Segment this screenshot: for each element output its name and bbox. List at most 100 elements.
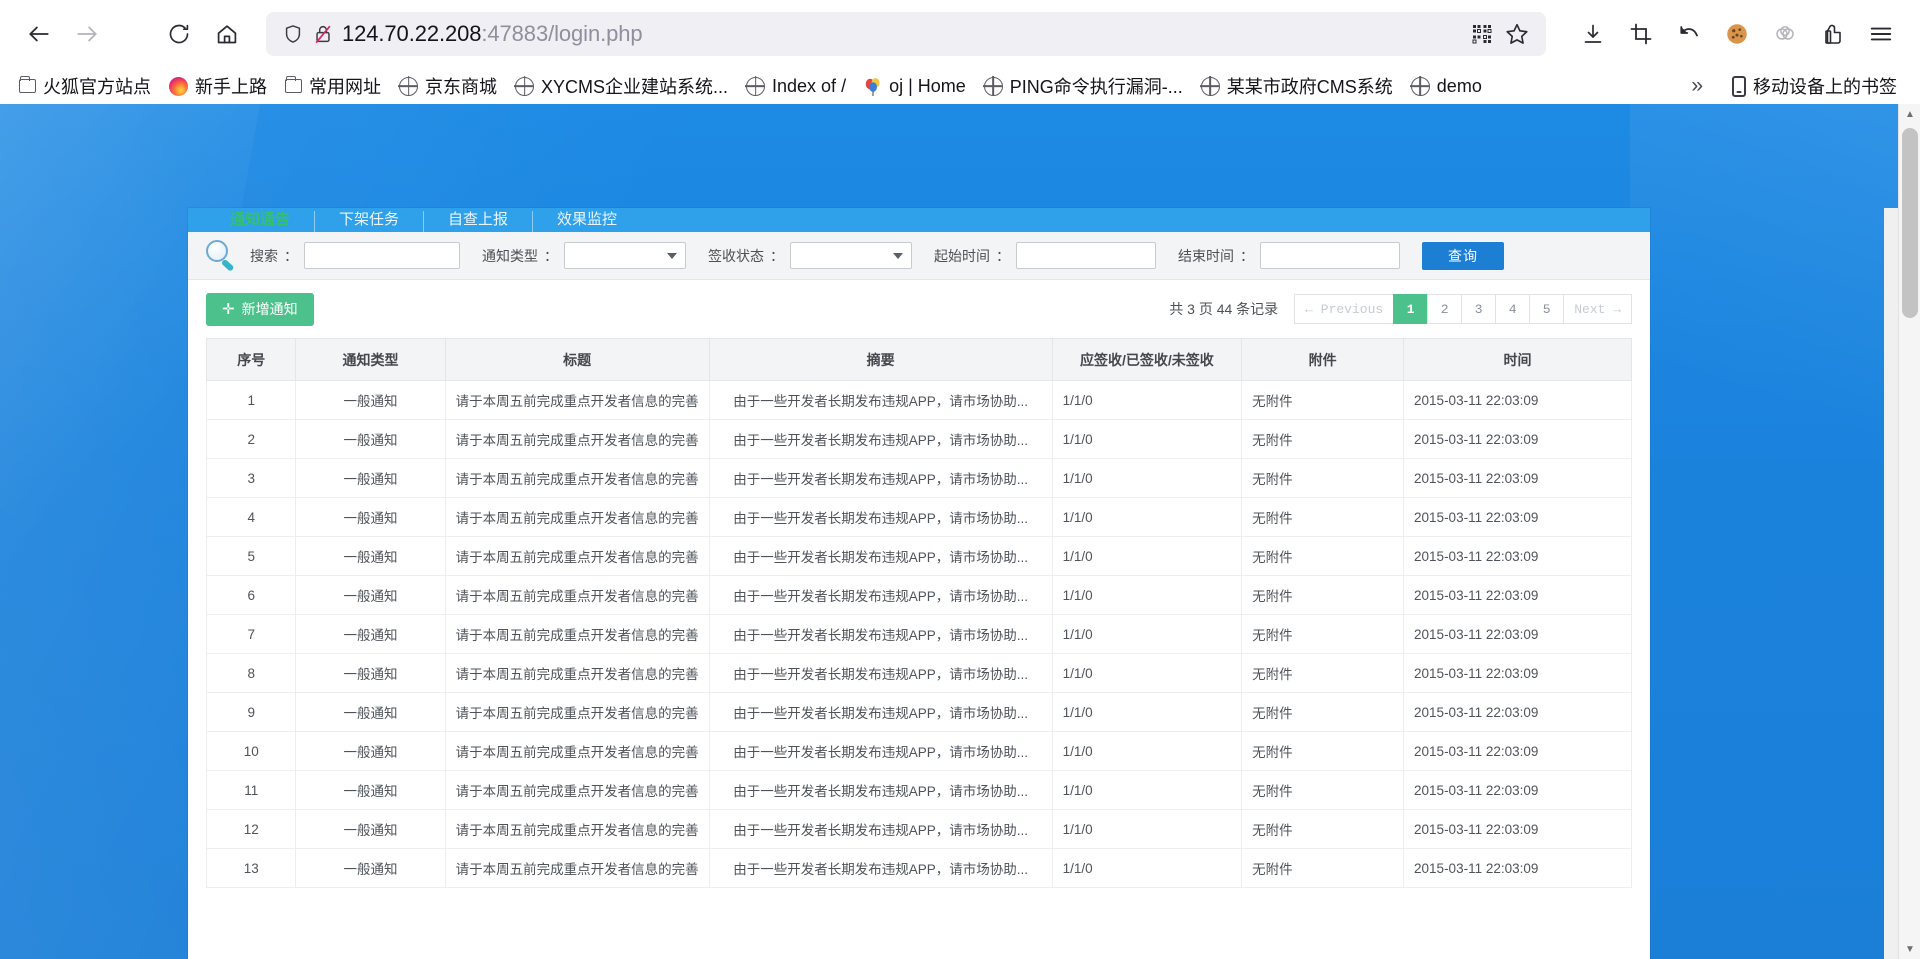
notice-type-colon: ： — [544, 247, 558, 264]
undo-arrow-icon[interactable] — [1666, 11, 1712, 57]
cell-type: 一般通知 — [295, 731, 446, 771]
scroll-up-arrow-icon[interactable]: ▲ — [1899, 104, 1920, 124]
address-bar[interactable]: 124.70.22.208:47883/login.php — [266, 12, 1546, 56]
table-row[interactable]: 2 一般通知 请于本周五前完成重点开发者信息的完善 由于一些开发者长期发布违规APP，… — [205, 419, 1632, 459]
cell-summary: 由于一些开发者长期发布违规APP，请市场协助... — [709, 731, 1053, 771]
bookmark-item-0[interactable]: 火狐官方站点 — [10, 70, 160, 102]
table-row[interactable]: 7 一般通知 请于本周五前完成重点开发者信息的完善 由于一些开发者长期发布违规APP，… — [205, 614, 1632, 654]
tab-effect-monitoring[interactable]: 效果监控 — [533, 211, 641, 232]
tab-self-check-report[interactable]: 自查上报 — [424, 211, 534, 232]
forward-arrow-icon[interactable] — [64, 11, 110, 57]
pagination-page-5[interactable]: 5 — [1529, 294, 1564, 324]
table-row[interactable]: 10 一般通知 请于本周五前完成重点开发者信息的完善 由于一些开发者长期发布违规APP… — [205, 731, 1632, 771]
search-magnifier-icon — [204, 239, 238, 273]
reload-icon[interactable] — [156, 11, 202, 57]
inner-page-scrollbar-track[interactable] — [1884, 208, 1898, 959]
bookmark-item-9[interactable]: demo — [1402, 73, 1491, 100]
cell-summary: 由于一些开发者长期发布违规APP，请市场协助... — [709, 497, 1053, 537]
table-header-row: 序号 通知类型 标题 摘要 应签收/已签收/未签收 附件 时间 — [205, 338, 1632, 381]
browser-chrome: 124.70.22.208:47883/login.php 火狐官方站点 新手上… — [0, 0, 1920, 104]
bookmark-item-1[interactable]: 新手上路 — [160, 70, 276, 102]
bookmark-item-4[interactable]: XYCMS企业建站系统... — [506, 70, 737, 102]
chevron-down-icon — [893, 252, 903, 259]
header-summary: 摘要 — [709, 338, 1053, 381]
clouds-icon[interactable] — [1762, 11, 1808, 57]
qr-code-icon[interactable] — [1470, 22, 1494, 46]
table-row[interactable]: 11 一般通知 请于本周五前完成重点开发者信息的完善 由于一些开发者长期发布违规APP… — [205, 770, 1632, 810]
tab-takedown-tasks[interactable]: 下架任务 — [315, 211, 425, 232]
back-arrow-icon[interactable] — [16, 11, 62, 57]
table-row[interactable]: 13 一般通知 请于本周五前完成重点开发者信息的完善 由于一些开发者长期发布违规APP… — [205, 848, 1632, 888]
bookmarks-overflow-chevron-icon[interactable]: » — [1681, 71, 1713, 101]
search-input[interactable] — [304, 242, 460, 269]
cell-title: 请于本周五前完成重点开发者信息的完善 — [445, 419, 710, 459]
scroll-down-arrow-icon[interactable]: ▼ — [1899, 939, 1920, 959]
cell-title: 请于本周五前完成重点开发者信息的完善 — [445, 497, 710, 537]
add-notification-button[interactable]: ✛ 新增通知 — [206, 292, 314, 326]
cell-time: 2015-03-11 22:03:09 — [1403, 731, 1632, 771]
cell-time: 2015-03-11 22:03:09 — [1403, 380, 1632, 420]
download-icon[interactable] — [1570, 11, 1616, 57]
start-time-label: 起始时间 — [934, 247, 990, 264]
end-time-input[interactable] — [1260, 242, 1400, 269]
query-button[interactable]: 查询 — [1422, 241, 1504, 270]
add-notification-label: 新增通知 — [241, 301, 298, 317]
crop-icon[interactable] — [1618, 11, 1664, 57]
lock-crossed-icon[interactable] — [312, 23, 334, 45]
table-row[interactable]: 4 一般通知 请于本周五前完成重点开发者信息的完善 由于一些开发者长期发布违规APP，… — [205, 497, 1632, 537]
table-row[interactable]: 8 一般通知 请于本周五前完成重点开发者信息的完善 由于一些开发者长期发布违规APP，… — [205, 653, 1632, 693]
cookie-icon[interactable] — [1714, 11, 1760, 57]
bookmark-label: XYCMS企业建站系统... — [541, 77, 729, 97]
scrollbar-thumb[interactable] — [1902, 128, 1918, 318]
pagination-previous[interactable]: ← Previous — [1294, 294, 1394, 324]
cell-index: 3 — [205, 458, 297, 498]
table-body: 1 一般通知 请于本周五前完成重点开发者信息的完善 由于一些开发者长期发布违规APP，… — [205, 380, 1632, 888]
bookmark-label: demo — [1436, 75, 1482, 96]
bookmark-item-2[interactable]: 常用网址 — [276, 70, 390, 102]
sign-status-select[interactable] — [790, 242, 912, 269]
cell-sign: 1/1/0 — [1052, 692, 1243, 732]
thumbs-up-icon[interactable] — [1810, 11, 1856, 57]
home-icon[interactable] — [204, 11, 250, 57]
cell-summary: 由于一些开发者长期发布违规APP，请市场协助... — [709, 653, 1053, 693]
pagination-page-4[interactable]: 4 — [1495, 294, 1530, 324]
bookmark-star-icon[interactable] — [1504, 21, 1530, 47]
menu-hamburger-icon[interactable] — [1858, 11, 1904, 57]
bookmark-item-mobile[interactable]: 移动设备上的书签 — [1723, 70, 1906, 102]
end-time-label: 结束时间 — [1178, 247, 1234, 264]
bookmark-item-8[interactable]: 某某市政府CMS系统 — [1192, 70, 1402, 102]
cell-summary: 由于一些开发者长期发布违规APP，请市场协助... — [709, 614, 1053, 654]
cell-type: 一般通知 — [295, 692, 446, 732]
cell-title: 请于本周五前完成重点开发者信息的完善 — [445, 653, 710, 693]
cell-index: 5 — [205, 536, 297, 576]
bookmark-item-3[interactable]: 京东商城 — [390, 70, 506, 102]
shield-icon[interactable] — [282, 23, 304, 45]
cell-attachment: 无附件 — [1241, 731, 1405, 771]
notice-type-select[interactable] — [564, 242, 686, 269]
table-row[interactable]: 12 一般通知 请于本周五前完成重点开发者信息的完善 由于一些开发者长期发布违规APP… — [205, 809, 1632, 849]
globe-icon — [983, 76, 1003, 96]
start-time-input[interactable] — [1016, 242, 1156, 269]
cell-time: 2015-03-11 22:03:09 — [1403, 653, 1632, 693]
cell-summary: 由于一些开发者长期发布违规APP，请市场协助... — [709, 692, 1053, 732]
pagination-next[interactable]: Next → — [1563, 294, 1632, 324]
bookmark-label: PING命令执行漏洞-... — [1009, 77, 1183, 97]
url-text[interactable]: 124.70.22.208:47883/login.php — [342, 21, 1462, 47]
cell-type: 一般通知 — [295, 380, 446, 420]
browser-vertical-scrollbar[interactable]: ▲ ▼ — [1898, 104, 1920, 959]
table-row[interactable]: 6 一般通知 请于本周五前完成重点开发者信息的完善 由于一些开发者长期发布违规APP，… — [205, 575, 1632, 615]
table-row[interactable]: 5 一般通知 请于本周五前完成重点开发者信息的完善 由于一些开发者长期发布违规APP，… — [205, 536, 1632, 576]
plus-icon: ✛ — [222, 300, 235, 318]
pagination-page-1[interactable]: 1 — [1393, 294, 1428, 324]
cell-title: 请于本周五前完成重点开发者信息的完善 — [445, 614, 710, 654]
pagination-page-2[interactable]: 2 — [1427, 294, 1462, 324]
table-row[interactable]: 9 一般通知 请于本周五前完成重点开发者信息的完善 由于一些开发者长期发布违规APP，… — [205, 692, 1632, 732]
tab-notifications[interactable]: 通知通告 — [206, 211, 316, 232]
table-row[interactable]: 1 一般通知 请于本周五前完成重点开发者信息的完善 由于一些开发者长期发布违规APP，… — [205, 380, 1632, 420]
pagination-page-3[interactable]: 3 — [1461, 294, 1496, 324]
cell-attachment: 无附件 — [1241, 536, 1405, 576]
table-row[interactable]: 3 一般通知 请于本周五前完成重点开发者信息的完善 由于一些开发者长期发布违规APP，… — [205, 458, 1632, 498]
bookmark-item-7[interactable]: PING命令执行漏洞-... — [975, 70, 1192, 102]
bookmark-item-6[interactable]: oj | Home — [855, 73, 975, 100]
bookmark-item-5[interactable]: Index of / — [737, 73, 855, 100]
